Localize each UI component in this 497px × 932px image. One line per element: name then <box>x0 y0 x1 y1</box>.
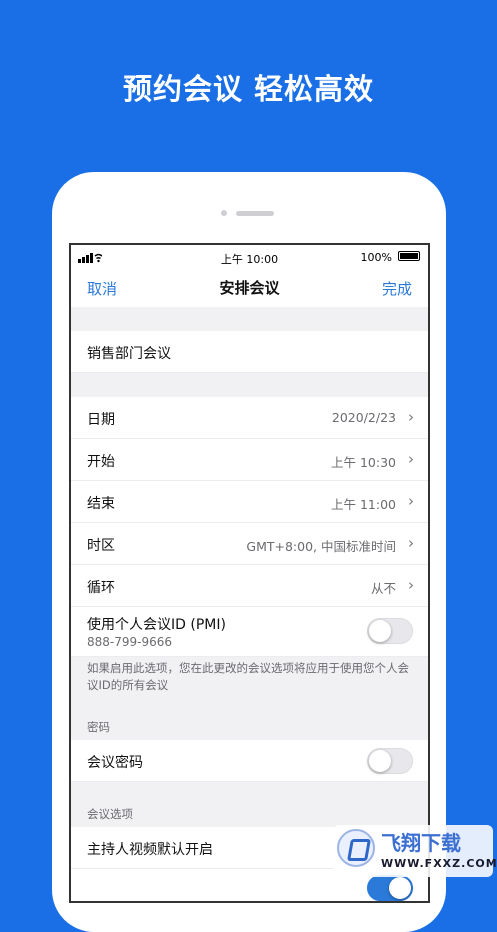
toggle-knob <box>369 750 391 772</box>
recurrence-label: 循环 <box>87 580 115 596</box>
end-label: 结束 <box>87 496 115 512</box>
recurrence-row[interactable]: 循环 从不 › <box>71 565 428 607</box>
watermark-url: WWW.FXXZ.COM <box>381 857 497 870</box>
app-screen: 上午 10:00 100% 取消 安排会议 完成 销售部门会议 日期 2020/… <box>69 243 430 903</box>
watermark-logo-icon <box>337 829 375 867</box>
pmi-id: 888-799-9666 <box>87 635 173 649</box>
password-label: 会议密码 <box>87 755 143 771</box>
start-value: 上午 10:30 <box>331 455 396 470</box>
topic-field[interactable]: 销售部门会议 <box>71 331 428 373</box>
page-title: 安排会议 <box>219 279 280 297</box>
toggle-knob <box>389 877 411 899</box>
speaker-grille <box>236 211 274 216</box>
pmi-note: 如果启用此选项，您在此更改的会议选项将应用于使用您个人会议ID的所有会议 <box>87 661 409 692</box>
battery-level: 100% <box>360 251 392 264</box>
timezone-value: GMT+8:00, 中国标准时间 <box>246 539 396 554</box>
host-video-label: 主持人视频默认开启 <box>87 842 213 858</box>
site-watermark: 飞翔下载 WWW.FXXZ.COM <box>333 825 497 877</box>
status-bar: 上午 10:00 100% <box>71 245 428 269</box>
chevron-right-icon: › <box>408 450 414 468</box>
start-label: 开始 <box>87 454 115 470</box>
pmi-toggle[interactable] <box>367 618 413 644</box>
battery-icon <box>398 251 420 261</box>
password-row: 会议密码 <box>71 740 428 782</box>
chevron-right-icon: › <box>408 492 414 510</box>
pmi-row: 使用个人会议ID (PMI) 888-799-9666 <box>71 607 428 657</box>
host-video-toggle[interactable] <box>367 875 413 901</box>
end-row[interactable]: 结束 上午 11:00 › <box>71 481 428 523</box>
options-section-header: 会议选项 <box>87 807 133 821</box>
recurrence-value: 从不 <box>370 581 396 596</box>
chevron-right-icon: › <box>408 408 414 426</box>
done-button[interactable]: 完成 <box>382 278 412 299</box>
start-row[interactable]: 开始 上午 10:30 › <box>71 439 428 481</box>
promo-headline: 预约会议 轻松高效 <box>122 72 375 106</box>
chevron-right-icon: › <box>408 534 414 552</box>
timezone-row[interactable]: 时区 GMT+8:00, 中国标准时间 › <box>71 523 428 565</box>
watermark-title: 飞翔下载 <box>381 831 461 855</box>
toggle-knob <box>369 620 391 642</box>
date-value: 2020/2/23 <box>331 410 396 425</box>
timezone-label: 时区 <box>87 538 115 554</box>
chevron-right-icon: › <box>408 576 414 594</box>
nav-bar: 取消 安排会议 完成 <box>71 269 428 307</box>
pmi-label: 使用个人会议ID (PMI) <box>87 617 226 633</box>
date-row[interactable]: 日期 2020/2/23 › <box>71 397 428 439</box>
password-section-header: 密码 <box>87 720 110 734</box>
date-label: 日期 <box>87 412 115 428</box>
password-toggle[interactable] <box>367 748 413 774</box>
camera-dot <box>221 210 227 216</box>
end-value: 上午 11:00 <box>331 497 396 512</box>
topic-input[interactable]: 销售部门会议 <box>87 343 171 363</box>
